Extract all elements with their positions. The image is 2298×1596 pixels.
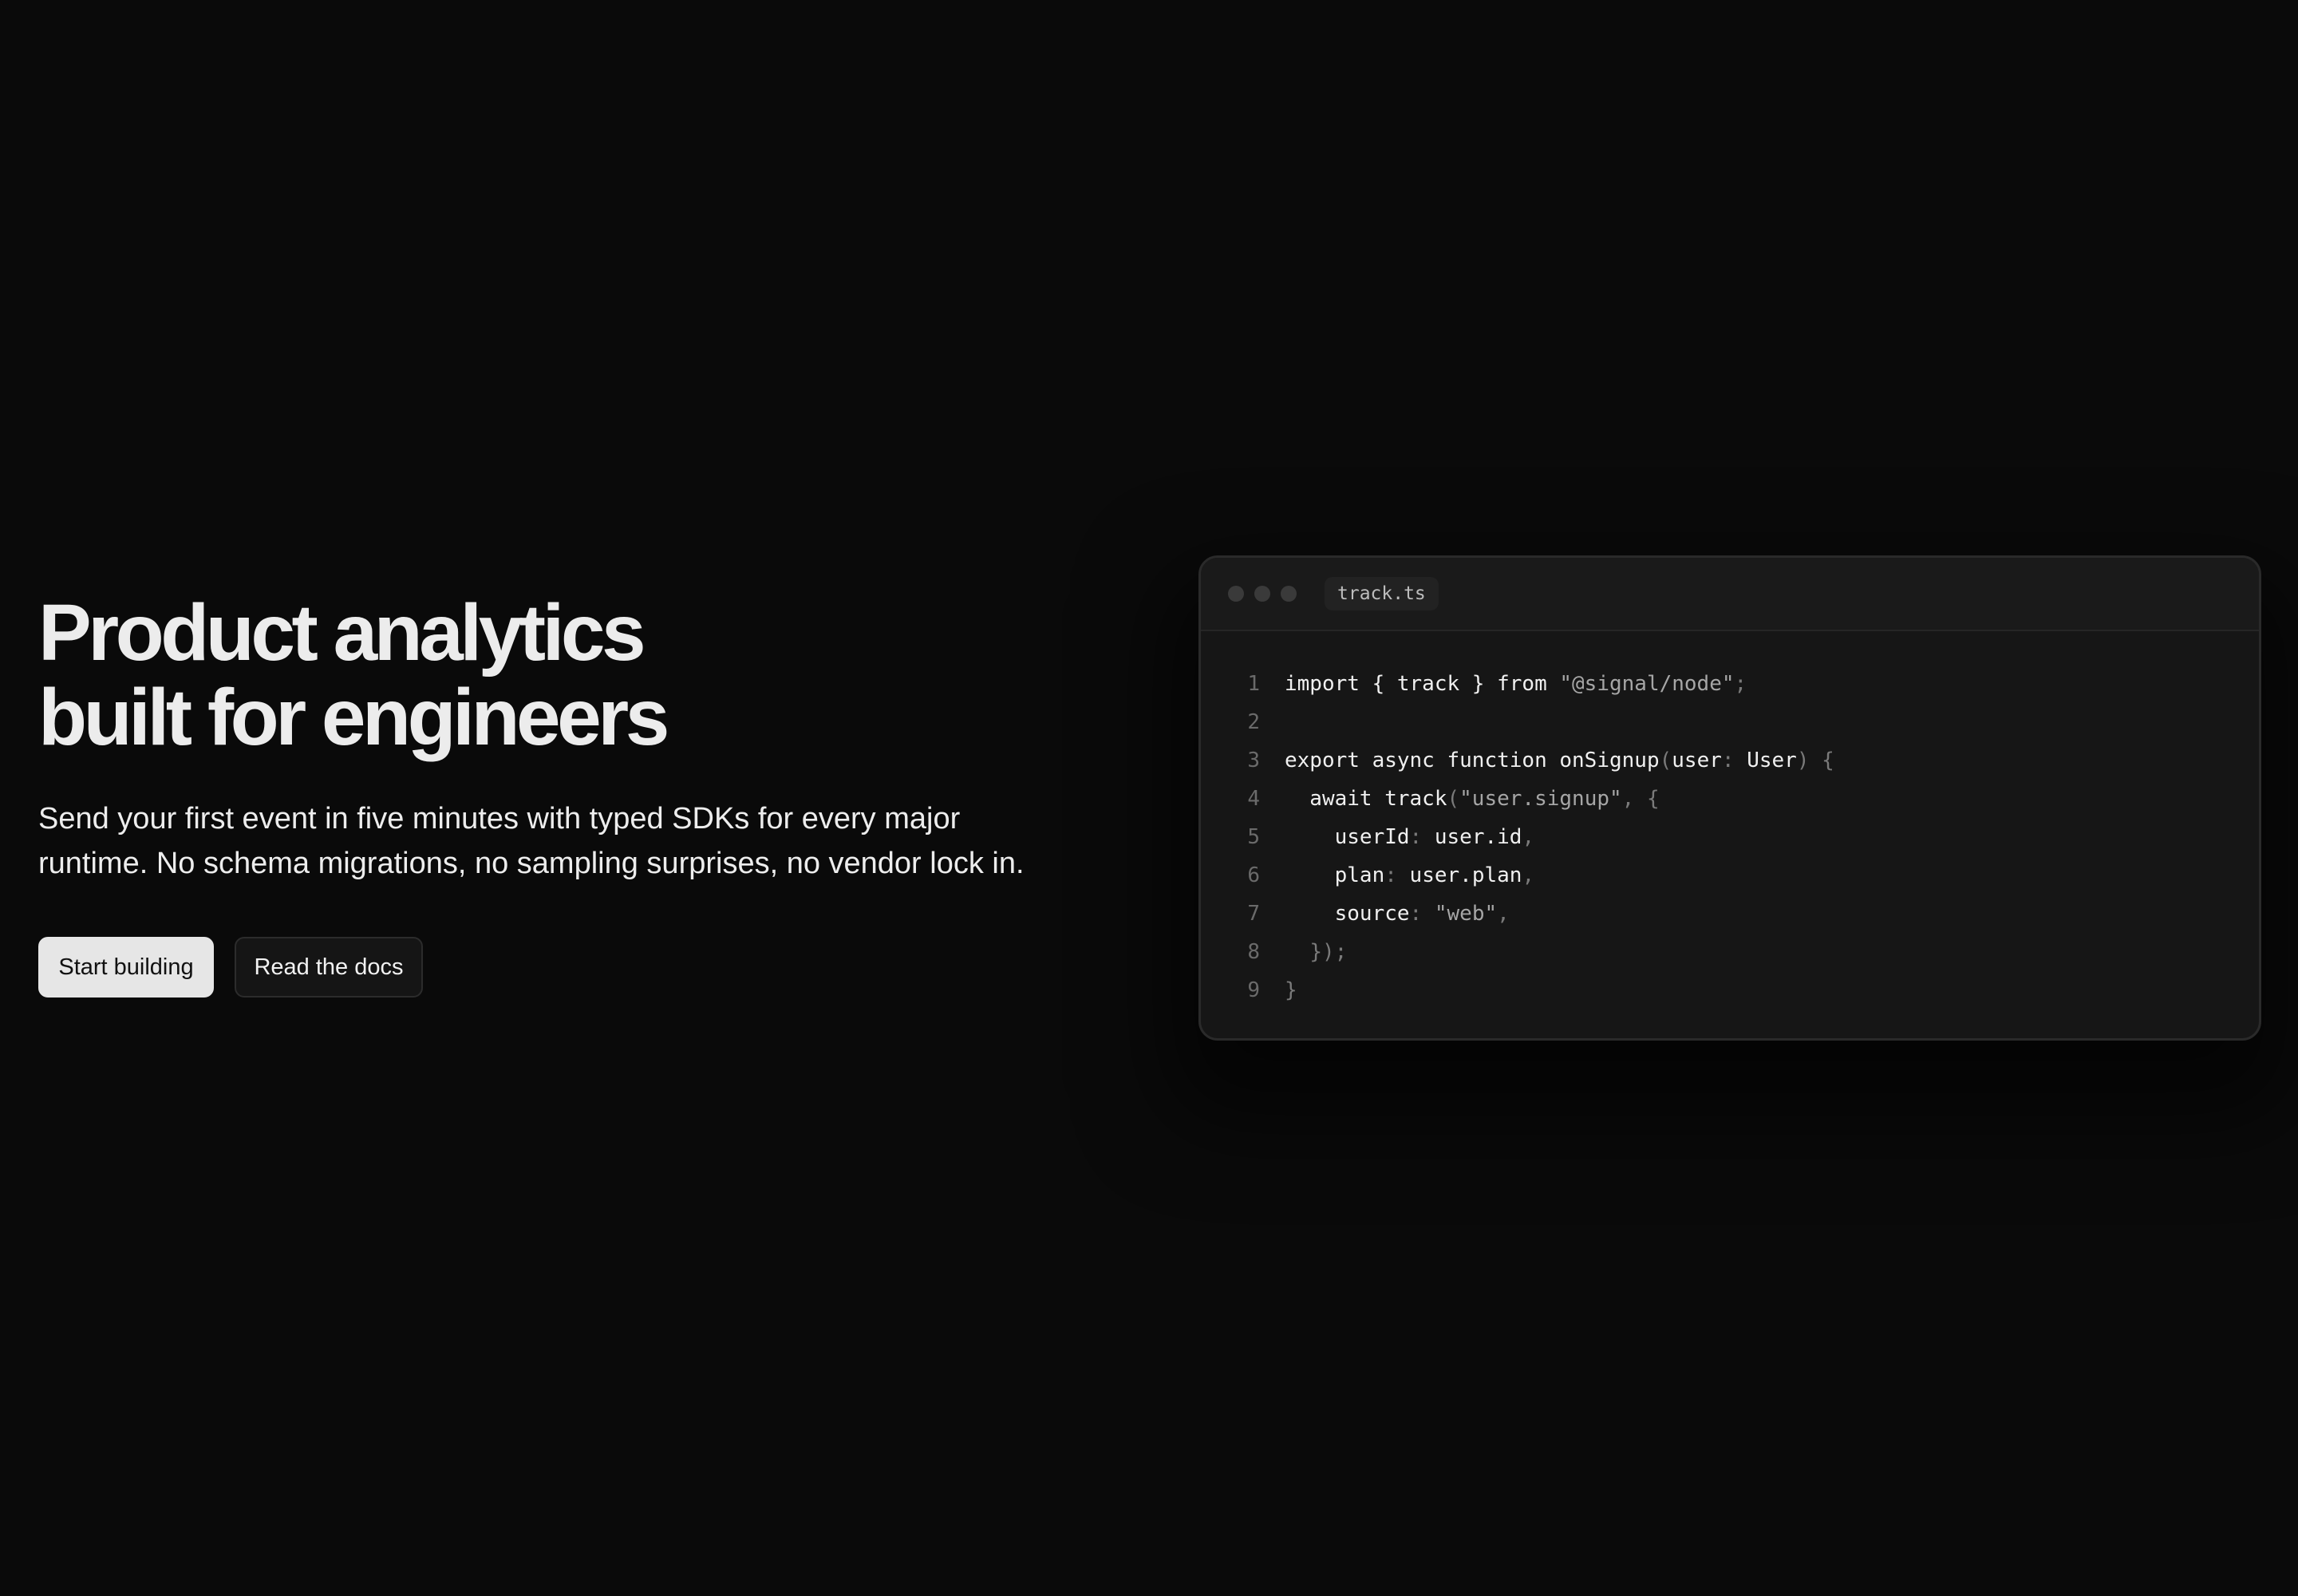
window-minimize-dot-icon: [1254, 586, 1270, 602]
read-docs-button[interactable]: Read the docs: [235, 937, 423, 998]
code-text: userId: user.id,: [1285, 825, 1534, 849]
code-body: 1 import { track } from "@signal/node"; 2 3…: [1201, 631, 2259, 1009]
hero-subtitle: Send your first event in five minutes wi…: [38, 796, 1092, 886]
code-token: "web": [1434, 902, 1498, 926]
line-number: 9: [1247, 978, 1260, 1002]
code-text: import { track } from "@signal/node";: [1285, 672, 1747, 696]
code-text: }: [1285, 978, 1297, 1002]
code-token: ) {: [1796, 749, 1834, 772]
line-number: 4: [1247, 787, 1260, 811]
code-token: import { track } from: [1285, 672, 1560, 696]
code-text: await track("user.signup", {: [1285, 787, 1660, 811]
code-line: 6 plan: user.plan,: [1201, 856, 2259, 895]
code-token: ,: [1522, 825, 1535, 849]
window-close-dot-icon: [1228, 586, 1244, 602]
window-maximize-dot-icon: [1281, 586, 1297, 602]
code-token: userId: [1285, 825, 1410, 849]
line-number: 2: [1247, 710, 1260, 734]
code-token: "@signal/node": [1559, 672, 1735, 696]
code-token: :: [1409, 902, 1435, 926]
code-line: 8 });: [1201, 933, 2259, 971]
code-token: :: [1384, 863, 1410, 887]
code-text: });: [1285, 940, 1347, 964]
code-token: user: [1672, 749, 1722, 772]
code-token: , {: [1621, 787, 1660, 811]
code-window-titlebar: track.ts: [1201, 558, 2259, 631]
hero-subtitle-line-1: Send your first event in five minutes wi…: [38, 802, 961, 836]
code-token: User: [1747, 749, 1797, 772]
code-line: 5 userId: user.id,: [1201, 818, 2259, 856]
code-token: source: [1285, 902, 1410, 926]
code-token: :: [1721, 749, 1747, 772]
code-window: track.ts 1 import { track } from "@signal…: [1198, 555, 2261, 1041]
hero-title: Product analytics built for engineers: [38, 591, 1092, 760]
code-token: "user.signup": [1459, 787, 1622, 811]
hero-title-line-1: Product analytics: [38, 588, 646, 678]
code-line: 1 import { track } from "@signal/node";: [1201, 665, 2259, 703]
hero-title-line-2: built for engineers: [38, 673, 669, 762]
line-number: 7: [1247, 902, 1260, 926]
hero-subtitle-line-2: runtime. No schema migrations, no sampli…: [38, 847, 1025, 880]
code-token: ,: [1522, 863, 1535, 887]
code-text: plan: user.plan,: [1285, 863, 1534, 887]
line-number: 3: [1247, 749, 1260, 772]
code-token: export async function onSignup: [1285, 749, 1660, 772]
file-tab[interactable]: track.ts: [1325, 577, 1439, 610]
code-token: }: [1285, 978, 1297, 1002]
code-token: user.plan: [1409, 863, 1522, 887]
code-token: plan: [1285, 863, 1385, 887]
hero-actions: Start building Read the docs: [38, 937, 1092, 998]
code-text: source: "web",: [1285, 902, 1510, 926]
line-number: 1: [1247, 672, 1260, 696]
code-line: 4 await track("user.signup", {: [1201, 780, 2259, 818]
line-number: 6: [1247, 863, 1260, 887]
hero-section: Product analytics built for engineers Se…: [38, 591, 1092, 998]
code-line: 3 export async function onSignup(user: Us…: [1201, 741, 2259, 780]
line-number: 5: [1247, 825, 1260, 849]
code-token: ;: [1734, 672, 1747, 696]
code-token: user.id: [1434, 825, 1522, 849]
code-line: 9}: [1201, 971, 2259, 1009]
code-token: ,: [1497, 902, 1510, 926]
code-token: :: [1409, 825, 1435, 849]
code-token: (: [1447, 787, 1460, 811]
code-token: (: [1659, 749, 1672, 772]
code-token: await track: [1285, 787, 1447, 811]
start-building-button[interactable]: Start building: [38, 937, 214, 998]
line-number: 8: [1247, 940, 1260, 964]
code-text: export async function onSignup(user: Use…: [1285, 749, 1834, 772]
code-line: 7 source: "web",: [1201, 895, 2259, 933]
code-token: });: [1309, 940, 1348, 964]
code-line: 2: [1201, 703, 2259, 741]
